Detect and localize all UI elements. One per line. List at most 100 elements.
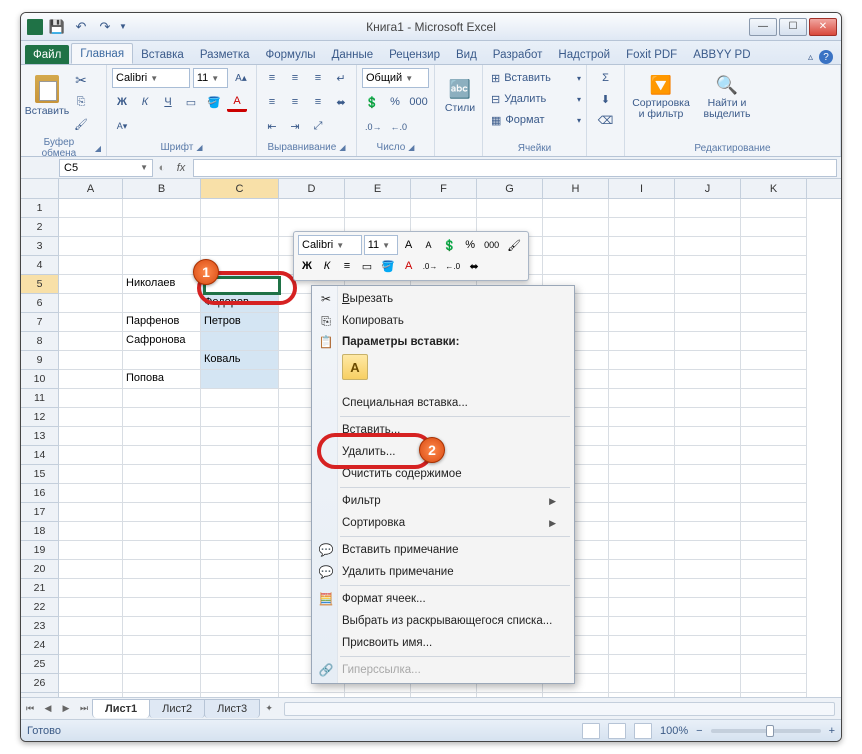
cell-B24[interactable] <box>123 636 201 655</box>
row-header-15[interactable]: 15 <box>21 465 59 484</box>
row-header-3[interactable]: 3 <box>21 237 59 256</box>
cell-K23[interactable] <box>741 617 807 636</box>
tab-layout[interactable]: Разметка <box>192 45 258 64</box>
border-button[interactable]: ▭ <box>181 92 201 112</box>
cell-J10[interactable] <box>675 370 741 389</box>
mini-merge[interactable]: ⬌ <box>465 257 483 275</box>
cell-I5[interactable] <box>609 275 675 294</box>
cell-B12[interactable] <box>123 408 201 427</box>
cell-A15[interactable] <box>59 465 123 484</box>
qat-undo-button[interactable]: ↶ <box>71 17 91 37</box>
mini-shrink-font[interactable]: A <box>420 236 438 254</box>
cell-F27[interactable] <box>411 693 477 697</box>
sheet-tab-1[interactable]: Лист1 <box>92 699 150 718</box>
mini-fill-color[interactable]: 🪣 <box>378 257 398 275</box>
cell-C12[interactable] <box>201 408 279 427</box>
cell-K21[interactable] <box>741 579 807 598</box>
cell-A22[interactable] <box>59 598 123 617</box>
mini-dec-decimal[interactable]: ←.0 <box>442 257 463 275</box>
align-top-button[interactable]: ≡ <box>262 68 282 88</box>
increase-decimal-button[interactable]: .0→ <box>362 117 385 137</box>
col-header-B[interactable]: B <box>123 179 201 198</box>
cell-I10[interactable] <box>609 370 675 389</box>
cell-J25[interactable] <box>675 655 741 674</box>
align-bottom-button[interactable]: ≡ <box>308 68 328 88</box>
fx-label[interactable]: fx <box>169 162 193 174</box>
worksheet-grid[interactable]: 12345Николаев6Федоров7ПарфеновПетров8Саф… <box>21 199 841 697</box>
cell-K14[interactable] <box>741 446 807 465</box>
cell-J20[interactable] <box>675 560 741 579</box>
cell-B20[interactable] <box>123 560 201 579</box>
sort-filter-button[interactable]: 🔽 Сортировка и фильтр <box>630 69 692 125</box>
ctx-copy[interactable]: ⎘Копировать <box>312 310 574 332</box>
tab-abbyy[interactable]: ABBYY PD <box>685 45 758 64</box>
ctx-define-name[interactable]: Присвоить имя... <box>312 632 574 654</box>
cell-B22[interactable] <box>123 598 201 617</box>
cell-J27[interactable] <box>675 693 741 697</box>
cell-K9[interactable] <box>741 351 807 370</box>
row-header-7[interactable]: 7 <box>21 313 59 332</box>
cell-C22[interactable] <box>201 598 279 617</box>
row-header-9[interactable]: 9 <box>21 351 59 370</box>
cell-I11[interactable] <box>609 389 675 408</box>
help-icon[interactable]: ? <box>819 50 833 64</box>
ctx-filter[interactable]: Фильтр▶ <box>312 490 574 512</box>
cell-C8[interactable] <box>201 332 279 351</box>
mini-percent[interactable]: % <box>461 236 479 254</box>
cell-I17[interactable] <box>609 503 675 522</box>
currency-button[interactable]: 💲 <box>362 92 382 112</box>
cell-B3[interactable] <box>123 237 201 256</box>
cell-D1[interactable] <box>279 199 345 218</box>
row-header-6[interactable]: 6 <box>21 294 59 313</box>
cell-G27[interactable] <box>477 693 543 697</box>
zoom-out-button[interactable]: − <box>696 725 702 737</box>
cell-I23[interactable] <box>609 617 675 636</box>
row-header-24[interactable]: 24 <box>21 636 59 655</box>
cell-K7[interactable] <box>741 313 807 332</box>
mini-bold[interactable]: Ж <box>298 257 316 275</box>
cell-I12[interactable] <box>609 408 675 427</box>
cell-A9[interactable] <box>59 351 123 370</box>
cell-C24[interactable] <box>201 636 279 655</box>
ribbon-minimize-icon[interactable]: ▵ <box>808 52 813 63</box>
formula-input[interactable] <box>193 159 837 177</box>
cell-C17[interactable] <box>201 503 279 522</box>
sheet-nav-prev[interactable]: ◀ <box>39 703 57 714</box>
cell-H3[interactable] <box>543 237 609 256</box>
grow-font-button[interactable]: A▴ <box>231 68 251 88</box>
cell-C1[interactable] <box>201 199 279 218</box>
ctx-insert-comment[interactable]: 💬Вставить примечание <box>312 539 574 561</box>
cell-K19[interactable] <box>741 541 807 560</box>
cell-J18[interactable] <box>675 522 741 541</box>
horizontal-scrollbar[interactable] <box>284 702 835 716</box>
row-header-5[interactable]: 5 <box>21 275 59 294</box>
sheet-nav-next[interactable]: ▶ <box>57 703 75 714</box>
row-header-1[interactable]: 1 <box>21 199 59 218</box>
cell-A11[interactable] <box>59 389 123 408</box>
font-color-button[interactable]: A <box>227 92 247 112</box>
zoom-level[interactable]: 100% <box>660 725 688 737</box>
percent-button[interactable]: % <box>385 92 405 112</box>
find-select-button[interactable]: 🔍 Найти и выделить <box>698 69 756 125</box>
cell-C7[interactable]: Петров <box>201 313 279 332</box>
row-header-21[interactable]: 21 <box>21 579 59 598</box>
cell-K1[interactable] <box>741 199 807 218</box>
col-header-J[interactable]: J <box>675 179 741 198</box>
mini-size-combo[interactable]: 11▼ <box>364 235 398 255</box>
cell-C2[interactable] <box>201 218 279 237</box>
ctx-paste-special[interactable]: Специальная вставка... <box>312 392 574 414</box>
cell-K4[interactable] <box>741 256 807 275</box>
cell-A4[interactable] <box>59 256 123 275</box>
cell-J2[interactable] <box>675 218 741 237</box>
cell-B19[interactable] <box>123 541 201 560</box>
tab-file[interactable]: Файл <box>25 45 69 64</box>
cell-B25[interactable] <box>123 655 201 674</box>
cell-I20[interactable] <box>609 560 675 579</box>
row-header-4[interactable]: 4 <box>21 256 59 275</box>
cell-K22[interactable] <box>741 598 807 617</box>
ctx-insert[interactable]: Вставить... <box>312 419 574 441</box>
cell-J14[interactable] <box>675 446 741 465</box>
ctx-delete-comment[interactable]: 💬Удалить примечание <box>312 561 574 583</box>
cells-format-button[interactable]: ▦Формат▾ <box>488 110 584 130</box>
cell-I4[interactable] <box>609 256 675 275</box>
